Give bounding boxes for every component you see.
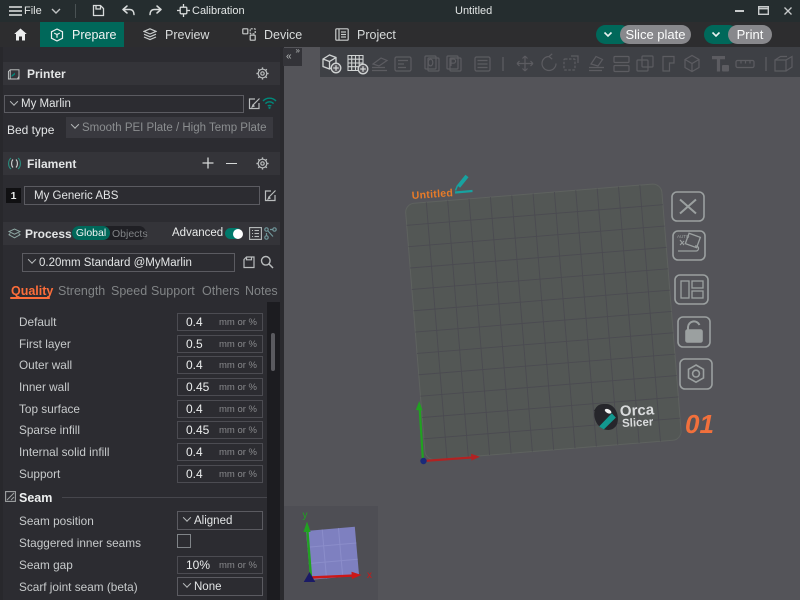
svg-text:AUTO: AUTO xyxy=(677,234,690,239)
svg-text:Untitled: Untitled xyxy=(411,187,453,202)
svg-text:Slicer: Slicer xyxy=(622,416,654,430)
svg-text:x: x xyxy=(367,570,372,581)
svg-text:y: y xyxy=(303,510,308,521)
